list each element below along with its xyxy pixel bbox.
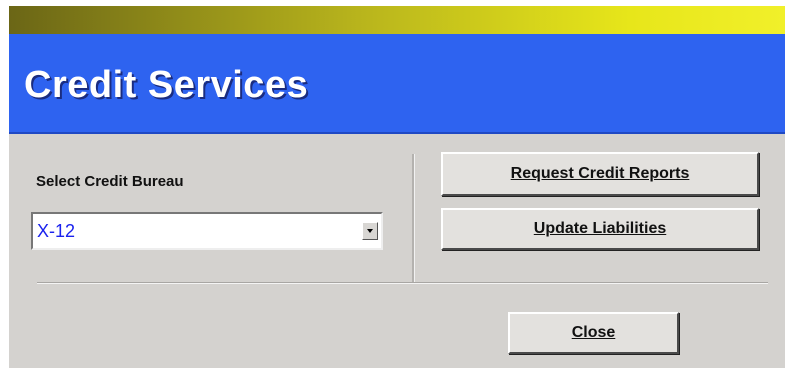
update-liabilities-button[interactable]: Update Liabilities — [441, 208, 759, 250]
page-title: Credit Services — [24, 64, 309, 106]
select-bureau-label: Select Credit Bureau — [36, 173, 184, 190]
vertical-divider — [412, 154, 415, 282]
credit-bureau-select[interactable]: X-12 — [31, 212, 383, 250]
credit-services-dialog: Credit Services Select Credit Bureau X-1… — [9, 6, 785, 368]
title-gradient-bar — [9, 6, 785, 34]
request-credit-reports-button[interactable]: Request Credit Reports — [441, 152, 759, 196]
chevron-down-icon — [367, 229, 373, 233]
credit-bureau-selected-value: X-12 — [37, 221, 76, 241]
header-banner: Credit Services — [9, 34, 785, 134]
horizontal-divider — [37, 282, 768, 284]
close-button[interactable]: Close — [508, 312, 679, 354]
dropdown-button[interactable] — [362, 222, 378, 240]
